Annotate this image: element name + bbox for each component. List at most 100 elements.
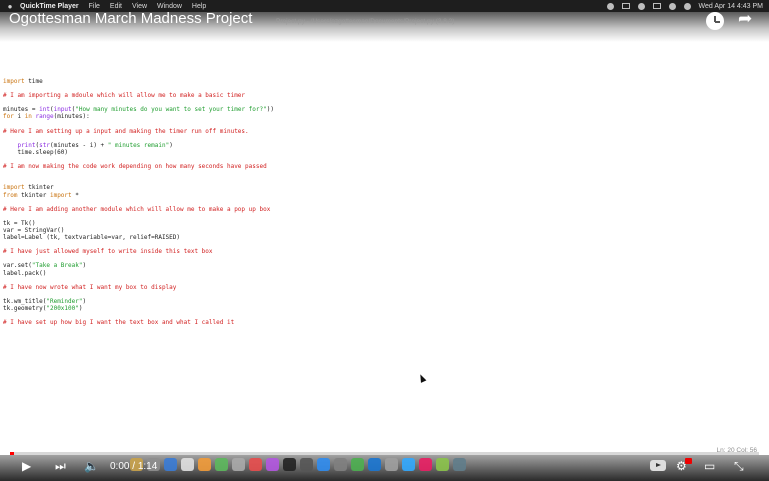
airplay-icon[interactable]: ▭ [704, 459, 715, 473]
code-token: for [3, 113, 14, 121]
search-icon[interactable] [683, 2, 691, 10]
code-token: "Reminder" [46, 297, 83, 305]
menu-view[interactable]: View [132, 3, 147, 10]
code-line: for i in range(minutes): [3, 113, 703, 120]
code-line: label=Label (tk, textvariable=var, relie… [3, 234, 703, 241]
dock-app-icon[interactable] [300, 458, 313, 471]
dock-app-icon[interactable] [351, 458, 364, 471]
next-button[interactable]: ⏭ [55, 459, 66, 473]
dock-app-icon[interactable] [164, 458, 177, 471]
code-token: int [39, 106, 50, 114]
code-token: " minutes remain" [107, 141, 170, 149]
dock-app-icon[interactable] [198, 458, 211, 471]
code-token: # I have just allowed myself to write in… [3, 248, 213, 256]
code-token: tk.geometry( [3, 305, 47, 312]
code-token: tk = Tk() [3, 219, 36, 227]
dock-app-icon[interactable] [249, 458, 262, 471]
watch-later-icon[interactable] [706, 12, 724, 30]
code-token: import [3, 184, 25, 192]
dock-app-icon[interactable] [215, 458, 228, 471]
menu-help[interactable]: Help [192, 3, 206, 10]
bluetooth-icon[interactable] [637, 2, 645, 10]
code-token: "200x100" [46, 305, 79, 312]
code-token: )) [266, 106, 274, 114]
code-token: # I am now making the code work dependin… [3, 163, 267, 171]
wifi-icon[interactable] [668, 2, 676, 10]
dock-app-icon[interactable] [317, 458, 330, 471]
code-token: label=Label (tk, textvariable=var, relie… [3, 234, 181, 242]
code-token: # Here I am setting up a input and makin… [3, 127, 249, 135]
code-line: import tkinter [3, 184, 703, 191]
fullscreen-exit-icon[interactable]: ⤡ [734, 459, 744, 473]
code-token: str [39, 141, 50, 149]
volume-button[interactable]: 🔈 [84, 459, 99, 473]
code-line: import time [3, 78, 703, 85]
code-editor[interactable]: import time # I am importing a mdoule whi… [3, 78, 703, 326]
code-token: ) [169, 141, 173, 149]
code-line: # I am now making the code work dependin… [3, 163, 703, 170]
code-line: # I have now wrote what I want my box to… [3, 284, 703, 291]
current-time: 0:00 [110, 461, 130, 472]
code-token: ) [78, 305, 83, 312]
code-token: import [3, 78, 25, 85]
dock-app-icon[interactable] [436, 458, 449, 471]
code-token: import [49, 191, 72, 199]
code-token: # I have set up how big I want the text … [3, 319, 235, 327]
dock-app-icon[interactable] [419, 458, 432, 471]
code-token: time.sleep(60) [3, 148, 69, 156]
dock-app-icon[interactable] [385, 458, 398, 471]
time-display: 0:00 / 1:14 [110, 461, 157, 472]
settings-gear-icon[interactable]: ⚙ [676, 459, 687, 473]
code-token: tkinter [24, 184, 54, 192]
code-token: input [53, 106, 72, 114]
menu-file[interactable]: File [89, 3, 100, 10]
dock-app-icon[interactable] [402, 458, 415, 471]
dock-app-icon[interactable] [181, 458, 194, 471]
code-line: tk.geometry("200x100") [3, 305, 703, 312]
code-token: print [17, 141, 36, 149]
menu-app-name[interactable]: QuickTime Player [20, 3, 79, 10]
share-icon[interactable]: ➦ [738, 11, 752, 28]
menu-clock[interactable]: Wed Apr 14 4:43 PM [699, 3, 763, 10]
code-token: label.pack() [3, 269, 47, 277]
dock-app-icon[interactable] [266, 458, 279, 471]
code-token: tkinter [17, 191, 50, 199]
dock-app-icon[interactable] [453, 458, 466, 471]
code-token: # I am importing a mdoule which will all… [3, 92, 246, 100]
code-token: minutes = [3, 106, 40, 114]
code-line: tk.wm_title("Reminder") [3, 298, 703, 305]
battery-icon[interactable] [652, 3, 661, 9]
dock-app-icon[interactable] [368, 458, 381, 471]
play-button[interactable]: ▶ [22, 459, 31, 473]
code-token: in [24, 113, 32, 121]
youtube-logo-icon[interactable] [650, 460, 666, 471]
video-title[interactable]: Ogottesman March Madness Project [9, 10, 252, 27]
code-line: # Here I am adding another module which … [3, 206, 703, 213]
dock-apps [130, 458, 466, 471]
menu-edit[interactable]: Edit [110, 3, 122, 10]
code-token: var.set( [3, 262, 32, 270]
code-line: tk = Tk() [3, 220, 703, 227]
menu-window[interactable]: Window [157, 3, 182, 10]
dock-app-icon[interactable] [232, 458, 245, 471]
record-icon[interactable] [606, 2, 614, 10]
code-line: from tkinter import * [3, 192, 703, 199]
code-line: minutes = int(input("How many minutes do… [3, 106, 703, 113]
dock-app-icon[interactable] [334, 458, 347, 471]
dock-app-icon[interactable] [283, 458, 296, 471]
code-token: tk.wm_title( [3, 297, 47, 305]
screen-icon[interactable] [621, 3, 630, 9]
code-line: var.set("Take a Break") [3, 262, 703, 269]
code-token: i [13, 113, 25, 121]
code-token: ) [82, 297, 87, 305]
code-line: # I have set up how big I want the text … [3, 319, 703, 326]
code-token: time [24, 78, 43, 85]
code-line: var = StringVar() [3, 227, 703, 234]
